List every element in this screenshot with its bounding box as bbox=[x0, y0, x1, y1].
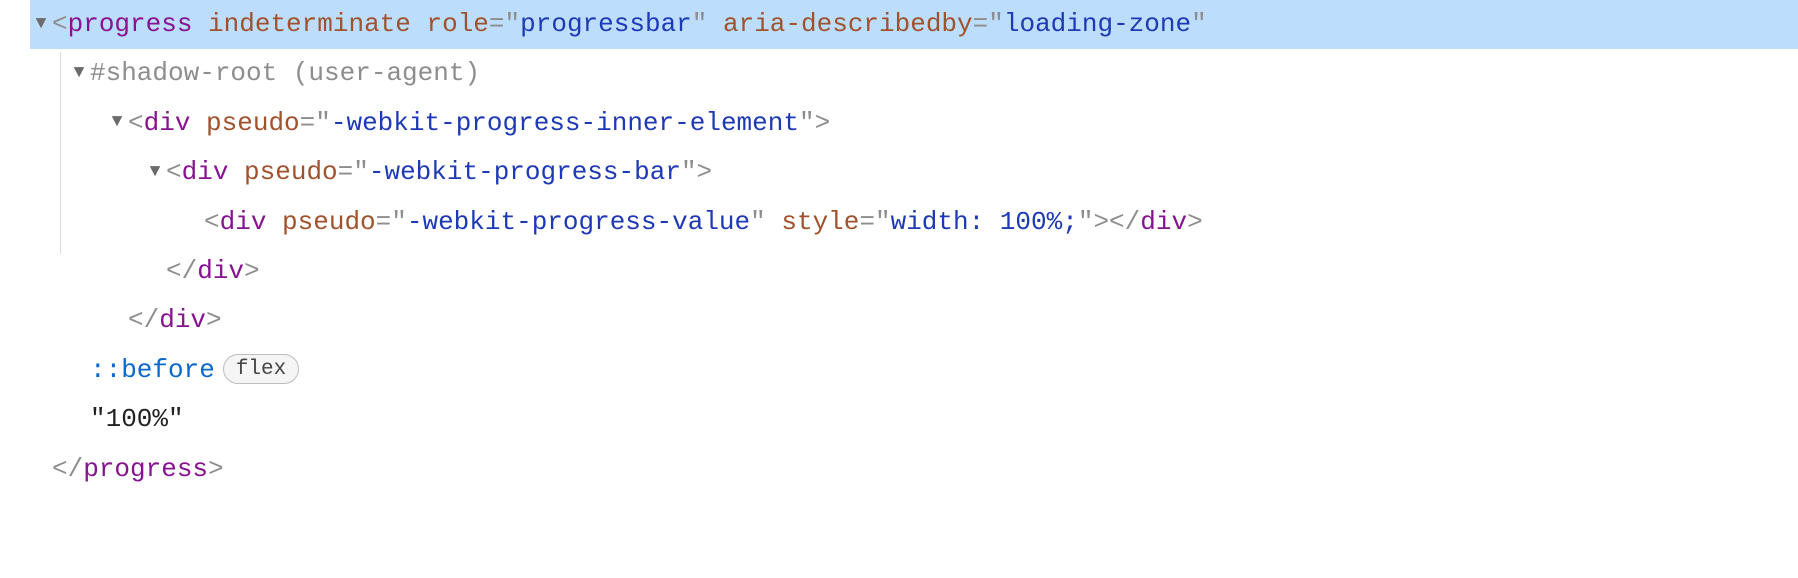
toggle-icon[interactable]: ▼ bbox=[106, 105, 128, 139]
attr-indeterminate: indeterminate bbox=[208, 0, 411, 49]
attr-aria-name: aria-describedby bbox=[723, 0, 973, 49]
attr-aria-value: loading-zone bbox=[1004, 0, 1191, 49]
dom-tree: ▼ <progress indeterminate role="progress… bbox=[0, 0, 1798, 494]
attr-role-value: progressbar bbox=[520, 0, 692, 49]
tree-row-pseudo-before[interactable]: ::before flex bbox=[30, 346, 1798, 395]
display-mode-chip: flex bbox=[223, 354, 299, 384]
shadow-root-label: #shadow-root (user-agent) bbox=[90, 49, 480, 98]
tag-name: div bbox=[144, 99, 191, 148]
attr-pseudo-name: pseudo bbox=[244, 148, 338, 197]
tag-name: progress bbox=[68, 0, 193, 49]
tag-name: div bbox=[182, 148, 229, 197]
attr-pseudo-name: pseudo bbox=[282, 198, 376, 247]
attr-style-value: width: 100%; bbox=[891, 198, 1078, 247]
tree-row-text-node[interactable]: "100%" bbox=[30, 395, 1798, 444]
tree-row-close-div[interactable]: </div> bbox=[30, 296, 1798, 345]
tree-row-progress-bar-open[interactable]: ▼ <div pseudo="-webkit-progress-bar"> bbox=[30, 148, 1798, 197]
tag-close: div bbox=[197, 247, 244, 296]
tag-close: progress bbox=[83, 445, 208, 494]
tree-row-progress-open[interactable]: ▼ <progress indeterminate role="progress… bbox=[30, 0, 1798, 49]
tree-row-inner-element-open[interactable]: ▼ <div pseudo="-webkit-progress-inner-el… bbox=[30, 99, 1798, 148]
attr-pseudo-value: -webkit-progress-inner-element bbox=[331, 99, 799, 148]
toggle-icon[interactable]: ▼ bbox=[144, 155, 166, 189]
toggle-icon[interactable]: ▼ bbox=[30, 7, 52, 41]
attr-pseudo-name: pseudo bbox=[206, 99, 300, 148]
tag-close: div bbox=[159, 296, 206, 345]
pseudo-element-label: ::before bbox=[90, 346, 215, 395]
angle-open: < bbox=[52, 0, 68, 49]
tag-name: div bbox=[220, 198, 267, 247]
attr-pseudo-value: -webkit-progress-bar bbox=[369, 148, 681, 197]
tree-row-shadow-root[interactable]: ▼ #shadow-root (user-agent) bbox=[30, 49, 1798, 98]
attr-pseudo-value: -webkit-progress-value bbox=[407, 198, 750, 247]
attr-style-name: style bbox=[781, 198, 859, 247]
tree-row-progress-close[interactable]: </progress> bbox=[30, 445, 1798, 494]
text-node-value: "100%" bbox=[90, 395, 184, 444]
toggle-icon[interactable]: ▼ bbox=[68, 56, 90, 90]
tree-row-close-div[interactable]: </div> bbox=[30, 247, 1798, 296]
tag-close: div bbox=[1140, 198, 1187, 247]
tree-row-progress-value[interactable]: <div pseudo="-webkit-progress-value" sty… bbox=[30, 198, 1798, 247]
attr-role-name: role bbox=[427, 0, 489, 49]
